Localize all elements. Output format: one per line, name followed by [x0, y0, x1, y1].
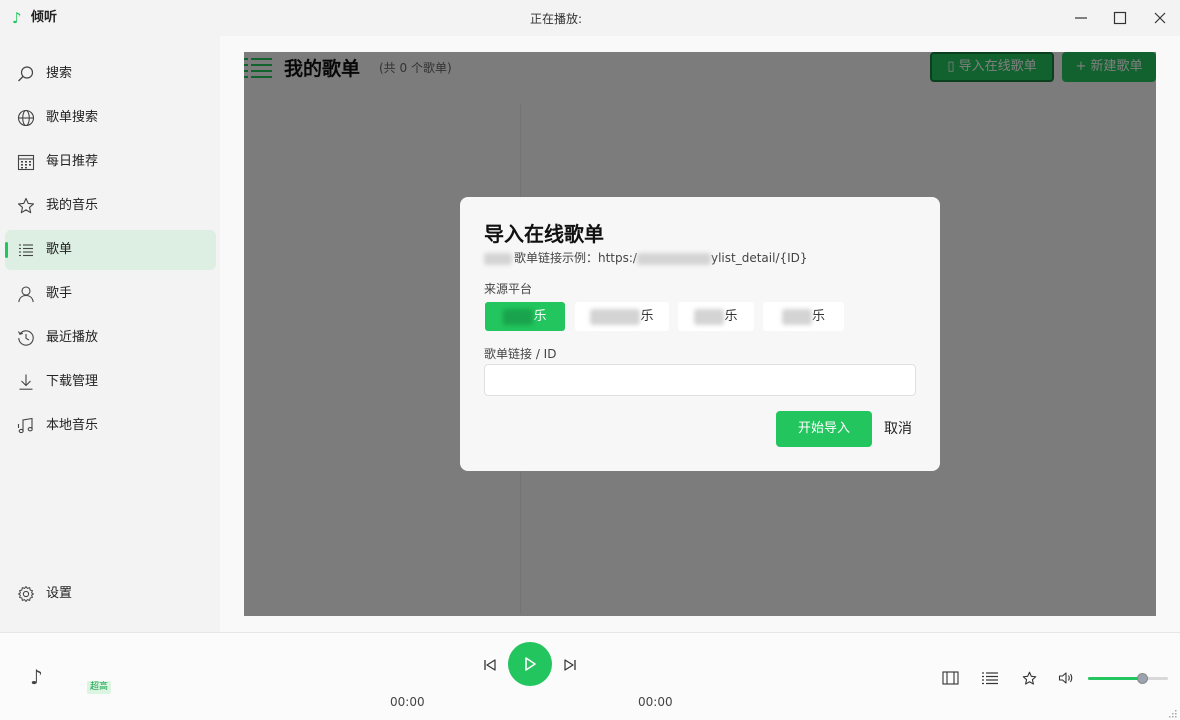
redacted-text	[781, 308, 812, 325]
history-icon	[18, 330, 34, 346]
sidebar-item-label: 本地音乐	[46, 418, 99, 433]
title-bar: ♪ 倾听 正在播放:	[0, 0, 1180, 36]
album-art-placeholder-icon: ♪	[30, 665, 43, 689]
maximize-button[interactable]	[1110, 8, 1130, 28]
platform-option-3[interactable]: 乐	[678, 302, 754, 331]
globe-icon	[17, 109, 35, 127]
previous-button[interactable]	[480, 655, 500, 675]
platform-option-4[interactable]: 乐	[763, 302, 844, 331]
link-label: 歌单链接 / ID	[484, 347, 557, 361]
hint-suffix: ylist_detail/{ID}	[710, 251, 808, 265]
skip-next-icon	[564, 659, 576, 671]
sidebar-item-playlists[interactable]: 歌单	[5, 230, 216, 270]
cancel-button[interactable]: 取消	[880, 411, 916, 447]
quality-badge: 超高	[87, 681, 112, 694]
queue-list-icon	[982, 672, 998, 685]
redacted-text	[484, 252, 512, 265]
sidebar-item-label: 下载管理	[46, 374, 99, 389]
maximize-icon	[1113, 11, 1127, 25]
sidebar-item-label: 我的音乐	[46, 198, 99, 213]
sidebar-item-label: 搜索	[46, 66, 73, 81]
platform-label-1: 乐	[533, 309, 547, 324]
sidebar-item-label: 歌单搜索	[46, 110, 99, 125]
play-button[interactable]	[508, 642, 552, 686]
platform-option-2[interactable]: 乐	[575, 302, 669, 331]
sidebar-item-label: 设置	[46, 586, 73, 601]
current-time: 00:00	[390, 695, 425, 709]
sidebar-item-my-music[interactable]: 我的音乐	[5, 186, 216, 226]
volume-icon	[1058, 672, 1073, 684]
search-icon	[18, 66, 34, 82]
platform-label: 来源平台	[484, 282, 533, 296]
play-icon	[525, 657, 536, 671]
redacted-text	[694, 308, 725, 325]
minimize-icon	[1075, 17, 1087, 19]
now-playing-label: 正在播放:	[529, 12, 583, 26]
sidebar-item-label: 歌单	[46, 242, 73, 257]
sidebar-item-label: 最近播放	[46, 330, 99, 345]
play-queue-button[interactable]	[980, 668, 1000, 688]
sidebar-item-local-music[interactable]: 本地音乐	[5, 406, 216, 446]
volume-slider[interactable]	[1088, 673, 1168, 684]
volume-fill	[1088, 677, 1143, 680]
star-icon	[17, 197, 35, 214]
calendar-icon	[17, 154, 35, 171]
sidebar-item-downloads[interactable]: 下载管理	[5, 362, 216, 402]
volume-button[interactable]	[1056, 668, 1076, 688]
skip-previous-icon	[484, 659, 496, 671]
sidebar-item-label: 歌手	[46, 286, 73, 301]
dialog-title: 导入在线歌单	[484, 222, 604, 246]
platform-label-2: 乐	[640, 309, 654, 324]
local-music-icon	[17, 417, 33, 434]
list-icon	[19, 244, 33, 257]
download-icon	[19, 374, 33, 390]
favorite-button[interactable]	[1019, 668, 1039, 688]
next-button[interactable]	[560, 655, 580, 675]
person-icon	[18, 286, 34, 303]
player-bar: ♪ 超高 00:00 00:00	[0, 632, 1180, 720]
sidebar-item-label: 每日推荐	[46, 154, 99, 169]
sidebar-item-daily[interactable]: 每日推荐	[5, 142, 216, 182]
playlist-link-input[interactable]	[484, 364, 916, 396]
import-playlist-dialog: 导入在线歌单 歌单链接示例：https:/ ylist_detail/{ID} 来…	[460, 197, 940, 471]
platform-label-4: 乐	[811, 309, 825, 324]
sidebar-item-search[interactable]: 搜索	[5, 54, 216, 94]
sidebar-item-playlist-search[interactable]: 歌单搜索	[5, 98, 216, 138]
sidebar: 搜索 歌单搜索 每日推荐 我的音乐 歌单 歌手 最近播放 下载管理 本地音乐 设…	[0, 36, 220, 632]
total-time: 00:00	[638, 695, 673, 709]
start-import-button[interactable]: 开始导入	[776, 411, 872, 447]
redacted-text	[590, 308, 641, 325]
sidebar-item-artists[interactable]: 歌手	[5, 274, 216, 314]
lyrics-toggle-button[interactable]	[940, 668, 960, 688]
platform-label-3: 乐	[724, 309, 738, 324]
close-icon	[1154, 12, 1166, 24]
minimize-button[interactable]	[1071, 8, 1091, 28]
platform-option-1[interactable]: 乐	[485, 302, 565, 331]
dialog-hint: 歌单链接示例：https:/ ylist_detail/{ID}	[484, 250, 808, 266]
lyrics-icon	[941, 671, 959, 685]
close-button[interactable]	[1150, 8, 1170, 28]
hint-prefix: 歌单链接示例：https:/	[514, 251, 637, 265]
redacted-text	[503, 308, 534, 325]
sidebar-item-recent[interactable]: 最近播放	[5, 318, 216, 358]
star-icon	[1022, 671, 1036, 685]
resize-grip-icon[interactable]	[1166, 709, 1178, 719]
redacted-text	[636, 252, 711, 265]
volume-handle[interactable]	[1137, 673, 1149, 684]
gear-icon	[18, 586, 34, 602]
sidebar-item-settings[interactable]: 设置	[5, 574, 216, 614]
